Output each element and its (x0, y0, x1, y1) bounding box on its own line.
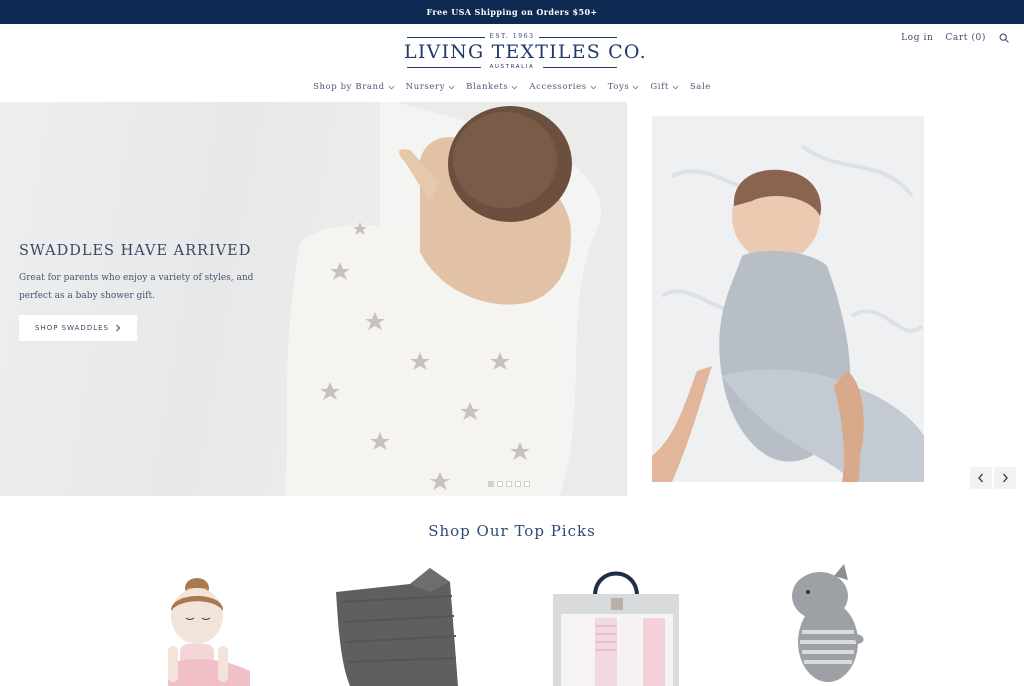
cart-link[interactable]: Cart (0) (945, 33, 986, 43)
slide-dot[interactable] (506, 481, 512, 487)
chevron-down-icon (511, 85, 518, 89)
login-link[interactable]: Log in (901, 33, 933, 43)
chevron-down-icon (590, 85, 597, 89)
nav-label: Gift (650, 82, 669, 92)
plush-dinosaur-image (792, 564, 864, 682)
chevron-down-icon (632, 85, 639, 89)
hero-slideshow[interactable]: SWADDLES HAVE ARRIVED Great for parents … (0, 102, 627, 496)
nav-nursery[interactable]: Nursery (406, 82, 455, 92)
ballerina-doll-image (168, 578, 250, 686)
nav-label: Toys (607, 82, 630, 92)
chevron-down-icon (388, 85, 395, 89)
product-swaddle-gift-box[interactable] (551, 566, 681, 686)
knit-blanket-image (336, 568, 458, 686)
chevron-right-icon (116, 324, 121, 332)
product-plush-dinosaur[interactable] (784, 562, 874, 686)
nav-label: Nursery (405, 82, 446, 92)
chevron-right-icon (1003, 473, 1008, 483)
slide-dot[interactable] (488, 481, 494, 487)
section-title: Shop Our Top Picks (428, 522, 596, 540)
shop-swaddles-label: SHOP SWADDLES (35, 324, 109, 332)
search-icon[interactable] (998, 32, 1010, 44)
product-ballerina-doll[interactable] (150, 566, 260, 686)
nav-shop-by-brand[interactable]: Shop by Brand (313, 82, 395, 92)
logo-est: EST. 1963 (404, 33, 620, 41)
chevron-down-icon (672, 85, 679, 89)
nav-gift[interactable]: Gift (650, 82, 679, 92)
chevron-down-icon (448, 85, 455, 89)
hero-title: SWADDLES HAVE ARRIVED (19, 243, 252, 259)
chevron-left-icon (978, 473, 983, 483)
logo-sub: AUSTRALIA (404, 63, 620, 71)
brand-logo[interactable]: EST. 1963 LIVING TEXTILES CO. AUSTRALIA (404, 33, 647, 71)
swaddled-baby-image (652, 116, 924, 482)
nav-sale[interactable]: Sale (690, 82, 711, 92)
hero-content: SWADDLES HAVE ARRIVED Great for parents … (19, 242, 289, 341)
shop-swaddles-button[interactable]: SHOP SWADDLES (19, 315, 137, 341)
nav-toys[interactable]: Toys (608, 82, 640, 92)
swaddle-baby-photo[interactable] (652, 116, 924, 482)
nav-accessories[interactable]: Accessories (529, 82, 597, 92)
slide-dot[interactable] (515, 481, 521, 487)
nav-label: Sale (689, 82, 711, 92)
site-header: EST. 1963 LIVING TEXTILES CO. AUSTRALIA … (0, 24, 1024, 102)
next-slide-button[interactable] (994, 467, 1016, 489)
header-utilities: Log in Cart (0) (901, 32, 1010, 44)
hero-description: Great for parents who enjoy a variety of… (19, 273, 254, 301)
product-knit-blanket[interactable] (330, 562, 486, 686)
logo-name: LIVING TEXTILES CO. (404, 41, 647, 63)
slide-dot[interactable] (497, 481, 503, 487)
slide-dot[interactable] (524, 481, 530, 487)
slide-indicators (488, 481, 530, 487)
nav-blankets[interactable]: Blankets (466, 82, 518, 92)
announcement-text: Free USA Shipping on Orders $50+ (426, 7, 598, 17)
carousel-arrows (970, 467, 1016, 489)
nav-label: Accessories (529, 82, 587, 92)
swaddle-gift-box-image (553, 571, 679, 686)
nav-label: Blankets (466, 82, 509, 92)
main-nav: Shop by Brand Nursery Blankets Accessori… (0, 82, 1024, 92)
previous-slide-button[interactable] (970, 467, 992, 489)
nav-label: Shop by Brand (313, 82, 385, 92)
announcement-bar: Free USA Shipping on Orders $50+ (0, 0, 1024, 24)
